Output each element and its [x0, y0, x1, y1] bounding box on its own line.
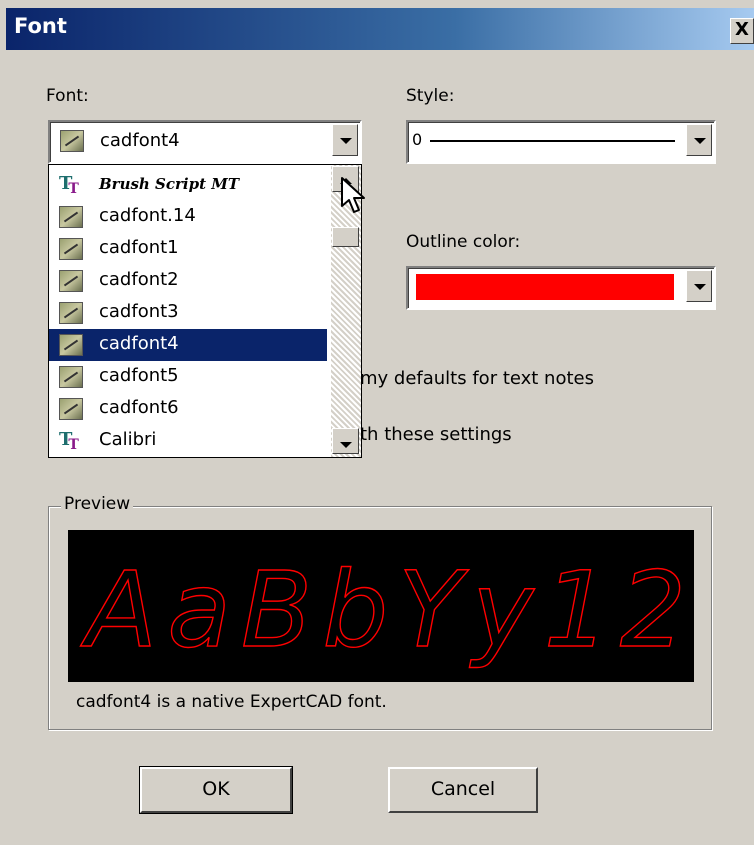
list-item-brush-script-mt[interactable]: TT Brush Script MT — [49, 169, 327, 201]
chevron-down-icon — [694, 138, 706, 144]
list-item-cadfont1[interactable]: cadfont1 — [49, 233, 327, 265]
list-item-calibri[interactable]: TT Calibri — [49, 425, 327, 457]
list-item-label: Brush Script MT — [99, 175, 240, 193]
font-label: Font: — [46, 86, 89, 106]
list-item-label: cadfont5 — [99, 365, 179, 386]
cad-font-icon — [59, 238, 83, 260]
settings-checkbox-label[interactable]: th these settings — [360, 424, 512, 445]
list-item-cadfont-14[interactable]: cadfont.14 — [49, 201, 327, 233]
font-combobox[interactable]: cadfont4 — [48, 120, 362, 164]
style-dropdown-button[interactable] — [686, 124, 712, 156]
ok-button[interactable]: OK — [139, 766, 293, 814]
chevron-down-icon — [340, 442, 352, 448]
cad-font-icon — [59, 206, 83, 228]
preview-legend: Preview — [61, 494, 134, 514]
scroll-thumb[interactable] — [332, 227, 359, 247]
outline-color-dropdown-button[interactable] — [686, 270, 712, 302]
list-item-cadfont4[interactable]: cadfont4 — [49, 329, 327, 361]
style-value: 0 — [412, 130, 423, 149]
list-item-cadfont6[interactable]: cadfont6 — [49, 393, 327, 425]
list-item-label: cadfont3 — [99, 301, 179, 322]
list-item-label: cadfont.14 — [99, 205, 196, 226]
close-button[interactable]: X — [730, 18, 754, 44]
style-combobox[interactable]: 0 — [406, 120, 716, 164]
cancel-button[interactable]: Cancel — [388, 767, 538, 813]
list-item-label: cadfont6 — [99, 397, 179, 418]
color-swatch — [416, 274, 674, 300]
dialog-title: Font — [14, 14, 67, 38]
mouse-cursor-icon — [341, 177, 365, 213]
style-label: Style: — [406, 86, 455, 106]
truetype-icon: TT — [59, 173, 79, 197]
chevron-down-icon — [694, 284, 706, 290]
preview-canvas: AaBbYy12 — [68, 530, 694, 682]
list-item-cadfont2[interactable]: cadfont2 — [49, 265, 327, 297]
cad-font-icon — [60, 130, 84, 152]
font-dropdown-list[interactable]: TT Brush Script MT cadfont.14 cadfont1 c… — [48, 164, 362, 458]
truetype-icon: TT — [59, 429, 79, 453]
list-item-cadfont5[interactable]: cadfont5 — [49, 361, 327, 393]
list-item-label: cadfont2 — [99, 269, 179, 290]
cad-font-icon — [59, 334, 83, 356]
cad-font-icon — [59, 366, 83, 388]
list-item-cadfont3[interactable]: cadfont3 — [49, 297, 327, 329]
cad-font-icon — [59, 270, 83, 292]
font-dialog: Font X Font: cadfont4 Style: 0 Outline c… — [0, 0, 754, 845]
outline-color-combobox[interactable] — [406, 266, 716, 310]
preview-description: cadfont4 is a native ExpertCAD font. — [76, 692, 387, 712]
font-dropdown-button[interactable] — [332, 124, 358, 156]
list-item-label: cadfont1 — [99, 237, 179, 258]
scroll-down-button[interactable] — [332, 428, 359, 454]
preview-sample-text: AaBbYy12 — [80, 549, 686, 671]
title-bar: Font X — [6, 8, 754, 50]
list-item-label: cadfont4 — [99, 333, 179, 354]
outline-color-label: Outline color: — [406, 232, 521, 252]
cad-font-icon — [59, 398, 83, 420]
list-item-label: Calibri — [99, 429, 157, 450]
chevron-down-icon — [340, 138, 352, 144]
font-combobox-value: cadfont4 — [100, 130, 180, 151]
cad-font-icon — [59, 302, 83, 324]
defaults-checkbox-label[interactable]: my defaults for text notes — [360, 368, 594, 389]
line-style-sample — [430, 140, 675, 142]
